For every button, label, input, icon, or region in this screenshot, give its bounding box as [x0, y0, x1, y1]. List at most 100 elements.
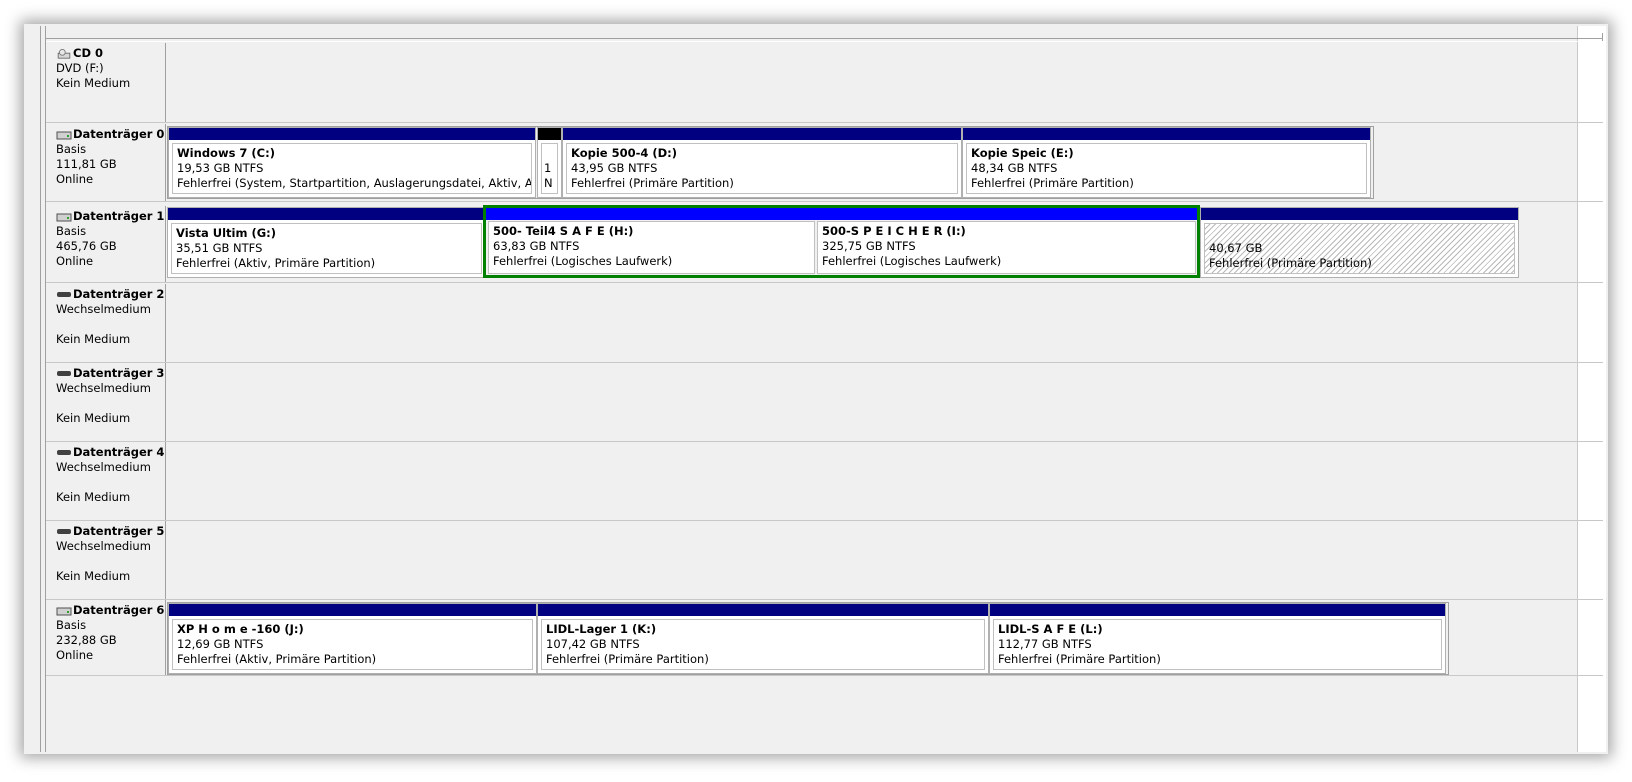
partition-size: 40,67 GB — [1209, 241, 1263, 255]
partition-name: 500-S P E I C H E R (I:) — [822, 224, 966, 238]
partition-name: Windows 7 (C:) — [177, 146, 275, 160]
top-divider — [46, 33, 1603, 42]
partition-bar — [816, 208, 1197, 220]
partition-bar — [169, 604, 536, 616]
removable-drive-icon — [57, 528, 71, 534]
partition-size: 43,95 GB NTFS — [571, 161, 658, 175]
disk-type: Wechselmedium — [56, 460, 151, 474]
partition-name: LIDL-S A F E (L:) — [998, 622, 1103, 636]
disk-status: Kein Medium — [56, 490, 131, 504]
partition-status: Fehlerfrei (Primäre Partition) — [546, 652, 709, 666]
partition-j[interactable]: XP H o m e -160 (J:) 12,69 GB NTFS Fehle… — [168, 603, 537, 674]
partition-bar — [990, 604, 1445, 616]
partition-e[interactable]: Kopie Speic (E:) 48,34 GB NTFS Fehlerfre… — [962, 127, 1371, 198]
partition-d[interactable]: Kopie 500-4 (D:) 43,95 GB NTFS Fehlerfre… — [562, 127, 962, 198]
disk-icon — [56, 213, 72, 221]
partition-unallocated[interactable]: 40,67 GB Fehlerfrei (Primäre Partition) — [1200, 207, 1519, 278]
partition-status: Fehlerfrei (Primäre Partition) — [971, 176, 1134, 190]
partition-size: 112,77 GB NTFS — [998, 637, 1092, 651]
disk-label-0[interactable]: Datenträger 0 Basis 111,81 GB Online — [46, 124, 166, 201]
disk-type: DVD (F:) — [56, 61, 104, 75]
disk-icon — [56, 607, 72, 615]
partition-name: XP H o m e -160 (J:) — [177, 622, 304, 636]
partition-size: 325,75 GB NTFS — [822, 239, 916, 253]
removable-drive-icon — [57, 449, 71, 455]
partition-status: Fehlerfrei (Logisches Laufwerk) — [493, 254, 673, 268]
partition-g[interactable]: Vista Ultim (G:) 35,51 GB NTFS Fehlerfre… — [167, 207, 486, 278]
disk-label-2[interactable]: Datenträger 2 Wechselmedium Kein Medium — [46, 284, 166, 362]
disk-icon — [56, 131, 72, 139]
partition-name: Kopie 500-4 (D:) — [571, 146, 678, 160]
disk-row-5[interactable]: Datenträger 5 Wechselmedium Kein Medium — [46, 521, 1603, 600]
disk-label-5[interactable]: Datenträger 5 Wechselmedium Kein Medium — [46, 521, 166, 599]
disk-row-4[interactable]: Datenträger 4 Wechselmedium Kein Medium — [46, 442, 1603, 521]
disk-status: Kein Medium — [56, 411, 131, 425]
disk-type: Wechselmedium — [56, 381, 151, 395]
partition-size: 1 — [544, 161, 552, 175]
disk-label-4[interactable]: Datenträger 4 Wechselmedium Kein Medium — [46, 442, 166, 520]
partition-bar — [1201, 208, 1518, 220]
disk-title: Datenträger 1 — [73, 209, 165, 223]
partition-status: Fehlerfrei (Primäre Partition) — [1209, 256, 1372, 270]
partition-size: 35,51 GB NTFS — [176, 241, 263, 255]
disk-type: Basis — [56, 224, 87, 238]
disk-type: Basis — [56, 618, 87, 632]
disk-title: CD 0 — [73, 46, 103, 60]
partition-bar — [538, 128, 561, 140]
partition-bar — [538, 604, 988, 616]
partition-small[interactable]: 1 N — [537, 127, 562, 198]
disk-status: Online — [56, 648, 94, 662]
disk-title: Datenträger 5 — [73, 524, 165, 538]
partition-c[interactable]: Windows 7 (C:) 19,53 GB NTFS Fehlerfrei … — [168, 127, 536, 198]
partition-status: Fehlerfrei (Aktiv, Primäre Partition) — [177, 652, 377, 666]
cd-drive-icon — [57, 48, 71, 59]
partition-status: Fehlerfrei (System, Startpartition, Ausl… — [177, 176, 532, 190]
partition-status: Fehlerfrei (Logisches Laufwerk) — [822, 254, 1002, 268]
disk-status: Kein Medium — [56, 332, 131, 346]
disk-row-3[interactable]: Datenträger 3 Wechselmedium Kein Medium — [46, 363, 1603, 442]
disk-status: Kein Medium — [56, 569, 131, 583]
partition-bar — [168, 208, 485, 220]
disk-type: Wechselmedium — [56, 302, 151, 316]
disk-size: 465,76 GB — [56, 239, 117, 253]
disk-title: Datenträger 6 — [73, 603, 165, 617]
disk-management-window: CD 0 DVD (F:) Kein Medium Datenträger 0 … — [26, 26, 1606, 752]
partition-size: 12,69 GB NTFS — [177, 637, 264, 651]
disk-type: Wechselmedium — [56, 539, 151, 553]
disk-status: Kein Medium — [56, 76, 131, 90]
removable-drive-icon — [57, 291, 71, 297]
partition-bar — [563, 128, 961, 140]
partition-l[interactable]: LIDL-S A F E (L:) 112,77 GB NTFS Fehlerf… — [989, 603, 1446, 674]
disk-label-3[interactable]: Datenträger 3 Wechselmedium Kein Medium — [46, 363, 166, 441]
disk-label-cd0[interactable]: CD 0 DVD (F:) Kein Medium — [46, 43, 166, 122]
partition-i[interactable]: 500-S P E I C H E R (I:) 325,75 GB NTFS … — [816, 208, 1197, 275]
disk-title: Datenträger 0 — [73, 127, 165, 141]
partition-size: 107,42 GB NTFS — [546, 637, 640, 651]
partition-name: LIDL-Lager 1 (K:) — [546, 622, 657, 636]
partition-name: Vista Ultim (G:) — [176, 226, 277, 240]
disk-label-1[interactable]: Datenträger 1 Basis 465,76 GB Online — [46, 206, 166, 282]
disk-size: 232,88 GB — [56, 633, 117, 647]
partition-bar — [486, 208, 816, 220]
partition-name: 500- Teil4 S A F E (H:) — [493, 224, 634, 238]
disk-type: Basis — [56, 142, 87, 156]
disk-row-0[interactable]: Datenträger 0 Basis 111,81 GB Online Win… — [46, 124, 1603, 202]
partition-size: 63,83 GB NTFS — [493, 239, 580, 253]
disk-row-1[interactable]: Datenträger 1 Basis 465,76 GB Online Vis… — [46, 205, 1603, 283]
extended-partition[interactable]: 500- Teil4 S A F E (H:) 63,83 GB NTFS Fe… — [483, 205, 1200, 278]
disk-title: Datenträger 4 — [73, 445, 165, 459]
partition-size: 48,34 GB NTFS — [971, 161, 1058, 175]
disk-status: Online — [56, 172, 94, 186]
disk-row-6[interactable]: Datenträger 6 Basis 232,88 GB Online XP … — [46, 600, 1603, 676]
removable-drive-icon — [57, 370, 71, 376]
disk-size: 111,81 GB — [56, 157, 117, 171]
disk-status: Online — [56, 254, 94, 268]
disk-row-cd0[interactable]: CD 0 DVD (F:) Kein Medium — [46, 43, 1603, 123]
disk-title: Datenträger 3 — [73, 366, 165, 380]
disk-row-2[interactable]: Datenträger 2 Wechselmedium Kein Medium — [46, 284, 1603, 363]
disk-label-6[interactable]: Datenträger 6 Basis 232,88 GB Online — [46, 600, 166, 675]
partition-status: Fehlerfrei (Primäre Partition) — [998, 652, 1161, 666]
partition-h[interactable]: 500- Teil4 S A F E (H:) 63,83 GB NTFS Fe… — [486, 208, 816, 275]
partition-k[interactable]: LIDL-Lager 1 (K:) 107,42 GB NTFS Fehlerf… — [537, 603, 989, 674]
partition-bar — [169, 128, 535, 140]
